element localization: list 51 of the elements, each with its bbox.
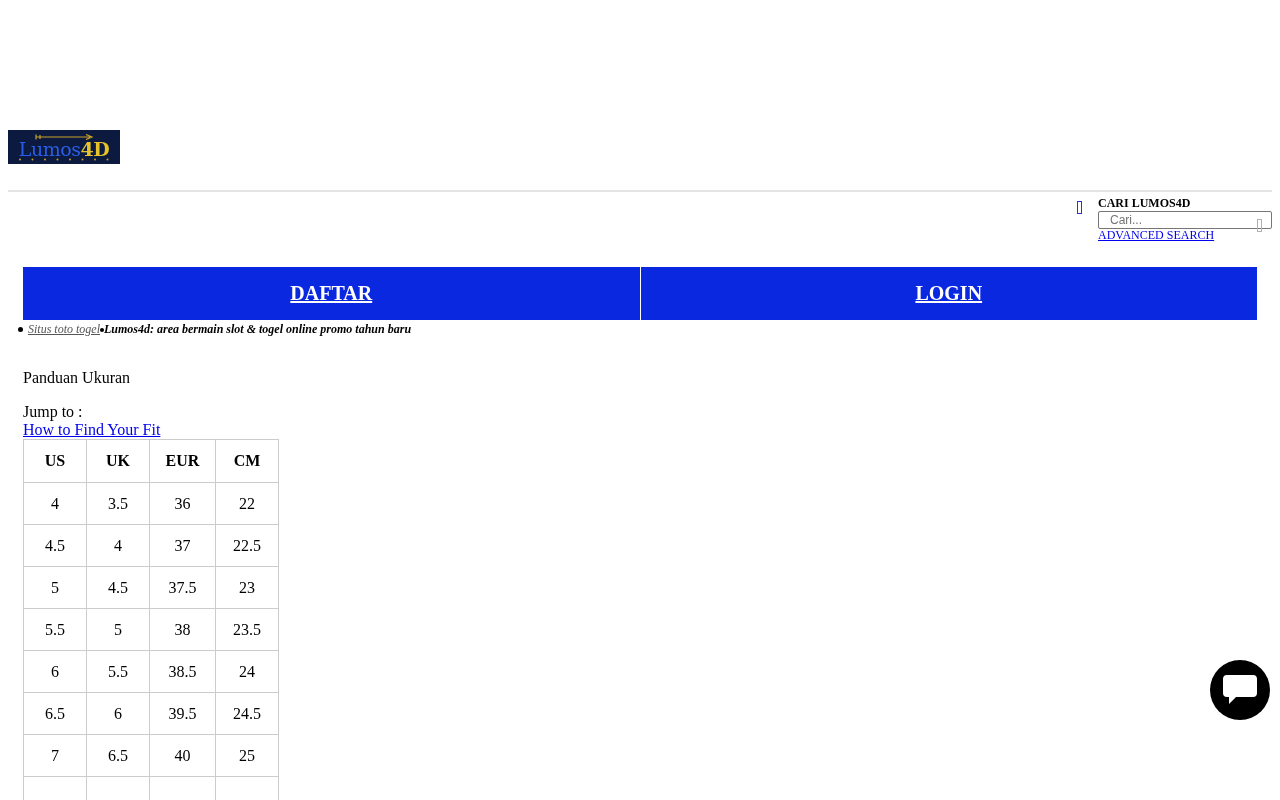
table-cell: 24	[215, 650, 279, 693]
table-cell: 6.5	[23, 692, 87, 735]
table-cell: 25	[215, 734, 279, 777]
column-header: CM	[215, 439, 279, 483]
table-cell: 4	[23, 482, 87, 525]
table-cell: 38	[149, 608, 216, 651]
glyph-box-icon[interactable]	[1257, 219, 1262, 232]
jump-link[interactable]: How to Find Your Fit	[23, 421, 161, 439]
table-cell: 40	[149, 734, 216, 777]
table-cell: 6.5	[86, 734, 150, 777]
table-cell: 3.5	[86, 482, 150, 525]
table-cell: 22	[215, 482, 279, 525]
jump-label: Jump to :	[23, 403, 83, 421]
login-button[interactable]: LOGIN	[640, 267, 1257, 320]
table-cell: 4.5	[86, 566, 150, 609]
column-header: UK	[86, 439, 150, 483]
page-title: Panduan Ukuran	[23, 369, 131, 387]
breadcrumb-current: Lumos4d: area bermain slot & togel online promo tahun baru	[104, 322, 412, 336]
separator-dot-icon	[100, 327, 104, 332]
glyph-box-icon	[1077, 201, 1082, 214]
logo[interactable]: Lumos4D	[8, 130, 120, 164]
table-cell: 7	[23, 734, 87, 777]
table-cell: 4	[86, 524, 150, 567]
table-cell: 38.5	[149, 650, 216, 693]
table-cell: 23.5	[215, 608, 279, 651]
logo-text: Lumos4D	[18, 140, 110, 158]
column-header: US	[23, 439, 87, 483]
table-cell: 5.5	[86, 650, 150, 693]
table-cell: 36	[149, 482, 216, 525]
advanced-search-link[interactable]: ADVANCED SEARCH	[1098, 228, 1215, 242]
table-cell: 24.5	[215, 692, 279, 735]
bullet-icon	[18, 326, 23, 332]
chat-bubble-icon	[1222, 674, 1258, 706]
table-cell: 22.5	[215, 524, 279, 567]
widget-title: CARI LUMOS4D	[1098, 196, 1192, 210]
trident-icon	[34, 134, 94, 140]
table-cell: 5	[23, 566, 87, 609]
breadcrumb-link[interactable]: Situs toto togel	[28, 322, 100, 336]
table-cell: 4.5	[23, 524, 87, 567]
table-cell: 39.5	[149, 692, 216, 735]
register-button[interactable]: DAFTAR	[23, 267, 640, 320]
table-cell: 37.5	[149, 566, 216, 609]
table-cell: 5	[86, 608, 150, 651]
chat-button[interactable]	[1210, 660, 1270, 720]
table-cell: 23	[215, 566, 279, 609]
table-cell: 5.5	[23, 608, 87, 651]
table-cell: 37	[149, 524, 216, 567]
table-cell: 6	[23, 650, 87, 693]
search-field[interactable]: Cari...	[1098, 211, 1272, 229]
table-cell: 6	[86, 692, 150, 735]
column-header: EUR	[149, 439, 216, 483]
